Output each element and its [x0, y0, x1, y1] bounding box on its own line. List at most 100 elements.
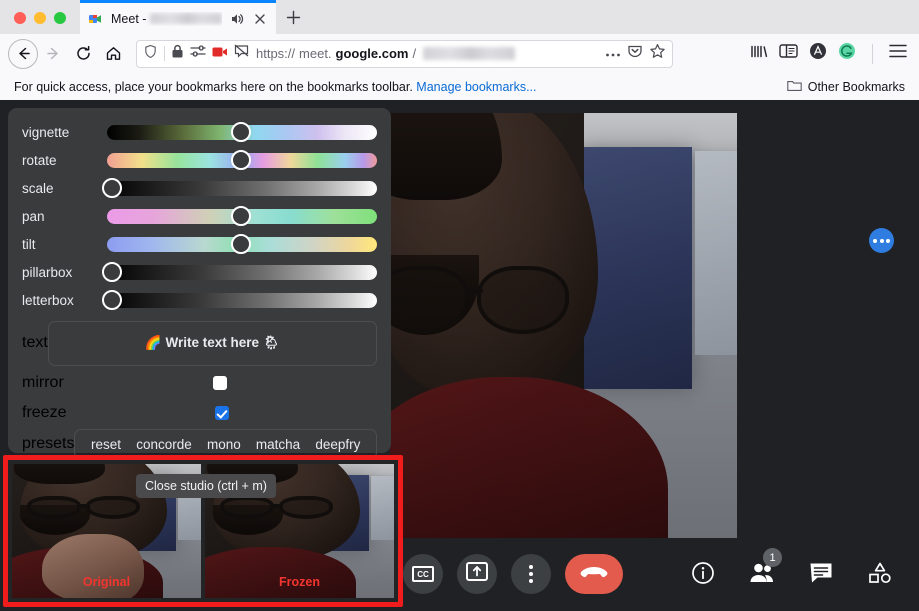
url-text: https://meet. google.com /: [256, 46, 516, 61]
reload-button[interactable]: [68, 39, 98, 69]
close-tab-icon[interactable]: [252, 11, 268, 27]
dot: [886, 238, 890, 243]
more-options-button[interactable]: [511, 554, 551, 594]
meet-page: vignette rotate scale pan tilt pillarbox…: [0, 100, 919, 611]
slider-pan[interactable]: [102, 202, 377, 230]
maximize-window-button[interactable]: [54, 12, 66, 24]
address-bar-actions: [605, 43, 666, 65]
activities-button[interactable]: [867, 562, 893, 588]
presets-label: presets: [22, 435, 75, 452]
tab-strip: Meet -: [0, 0, 919, 34]
address-bar[interactable]: https://meet. google.com /: [136, 39, 673, 68]
freeze-row: freeze: [22, 398, 377, 428]
preset-matcha[interactable]: matcha: [256, 437, 300, 452]
meeting-details-button[interactable]: [690, 561, 716, 588]
popup-blocked-icon[interactable]: [234, 44, 250, 63]
participants-count-badge: 1: [763, 548, 782, 567]
present-button[interactable]: [457, 554, 497, 594]
slider-row-pan: pan: [22, 202, 377, 230]
back-button[interactable]: [8, 38, 38, 69]
close-window-button[interactable]: [14, 12, 26, 24]
mirror-label: mirror: [22, 374, 64, 391]
slider-track: [107, 264, 377, 280]
participants-button[interactable]: 1: [749, 548, 782, 588]
lock-icon[interactable]: [171, 44, 184, 64]
dot: [529, 572, 533, 576]
slider-scale[interactable]: [102, 174, 377, 202]
preset-concorde[interactable]: concorde: [136, 437, 192, 452]
sidebar-icon[interactable]: [779, 43, 798, 64]
site-permissions-icon[interactable]: [190, 44, 206, 63]
hamburger-menu-icon[interactable]: [889, 44, 907, 63]
new-tab-button[interactable]: [276, 0, 310, 34]
preset-mono[interactable]: mono: [207, 437, 241, 452]
url-redacted-code: [423, 47, 516, 60]
studio-control-panel: vignette rotate scale pan tilt pillarbox…: [8, 108, 391, 459]
slider-label-pillarbox: pillarbox: [22, 264, 73, 280]
minimize-window-button[interactable]: [34, 12, 46, 24]
preset-reset[interactable]: reset: [91, 437, 121, 452]
account-icon[interactable]: [809, 42, 827, 65]
camera-in-use-icon[interactable]: [212, 45, 228, 63]
video-vignette-overlay: [390, 113, 737, 538]
leave-call-button[interactable]: [565, 554, 623, 594]
slider-row-vignette: vignette: [22, 118, 377, 146]
meet-primary-controls: CC: [403, 554, 623, 594]
url-scheme: https://: [256, 46, 296, 61]
url-subdomain: meet.: [299, 46, 332, 61]
text-field-label: text: [22, 334, 48, 351]
google-meet-icon: [88, 11, 104, 27]
more-icon[interactable]: [605, 45, 621, 63]
slider-row-letterbox: letterbox: [22, 286, 377, 314]
slider-letterbox[interactable]: [102, 286, 377, 314]
forward-button[interactable]: [38, 39, 68, 69]
tab-title: Meet -: [111, 12, 222, 26]
slider-label-vignette: vignette: [22, 124, 70, 140]
navigation-toolbar: https://meet. google.com /: [0, 34, 919, 74]
url-path: /: [412, 46, 417, 61]
pocket-icon[interactable]: [627, 43, 643, 64]
slider-rotate[interactable]: [102, 146, 377, 174]
slider-track: [107, 292, 377, 308]
slider-thumb-letterbox[interactable]: [102, 290, 122, 310]
freeze-checkbox[interactable]: [214, 406, 229, 420]
shield-icon[interactable]: [143, 44, 158, 64]
folder-icon: [786, 79, 802, 95]
divider: [872, 43, 873, 64]
activities-shapes-icon: [868, 562, 892, 589]
tab-audio-playing-icon[interactable]: [229, 11, 245, 27]
library-icon[interactable]: [750, 43, 768, 65]
freeze-label: freeze: [22, 404, 67, 421]
manage-bookmarks-link[interactable]: Manage bookmarks...: [416, 80, 536, 94]
window-traffic-lights: [0, 12, 80, 34]
cc-icon: CC: [412, 566, 434, 582]
slider-vignette[interactable]: [102, 118, 377, 146]
other-bookmarks-folder[interactable]: Other Bookmarks: [786, 79, 905, 95]
more-options-fab[interactable]: [869, 228, 894, 253]
other-bookmarks-label: Other Bookmarks: [807, 80, 905, 94]
slider-label-rotate: rotate: [22, 152, 57, 168]
text-overlay-row: text 🌈 Write text here 🌦: [22, 318, 377, 368]
chat-button[interactable]: [808, 562, 834, 588]
slider-label-tilt: tilt: [22, 236, 36, 252]
bookmark-star-icon[interactable]: [649, 43, 666, 65]
slider-track: [107, 180, 377, 196]
slider-thumb-scale[interactable]: [102, 178, 122, 198]
slider-pillarbox[interactable]: [102, 258, 377, 286]
freeze-checkbox-wrap: [66, 406, 377, 420]
slider-row-rotate: rotate: [22, 146, 377, 174]
self-view-video: [390, 113, 737, 538]
grammarly-icon[interactable]: [838, 42, 856, 65]
slider-label-pan: pan: [22, 208, 45, 224]
mirror-checkbox[interactable]: [213, 376, 228, 390]
bookmarks-hint-text: For quick access, place your bookmarks h…: [14, 80, 413, 94]
preset-deepfry[interactable]: deepfry: [315, 437, 360, 452]
browser-tab-meet[interactable]: Meet -: [80, 0, 276, 34]
dot: [879, 238, 884, 243]
captions-button[interactable]: CC: [403, 554, 443, 594]
bookmarks-toolbar: For quick access, place your bookmarks h…: [0, 74, 919, 100]
slider-thumb-pillarbox[interactable]: [102, 262, 122, 282]
slider-tilt[interactable]: [102, 230, 377, 258]
home-button[interactable]: [98, 39, 128, 69]
text-overlay-input[interactable]: 🌈 Write text here 🌦: [47, 320, 377, 366]
